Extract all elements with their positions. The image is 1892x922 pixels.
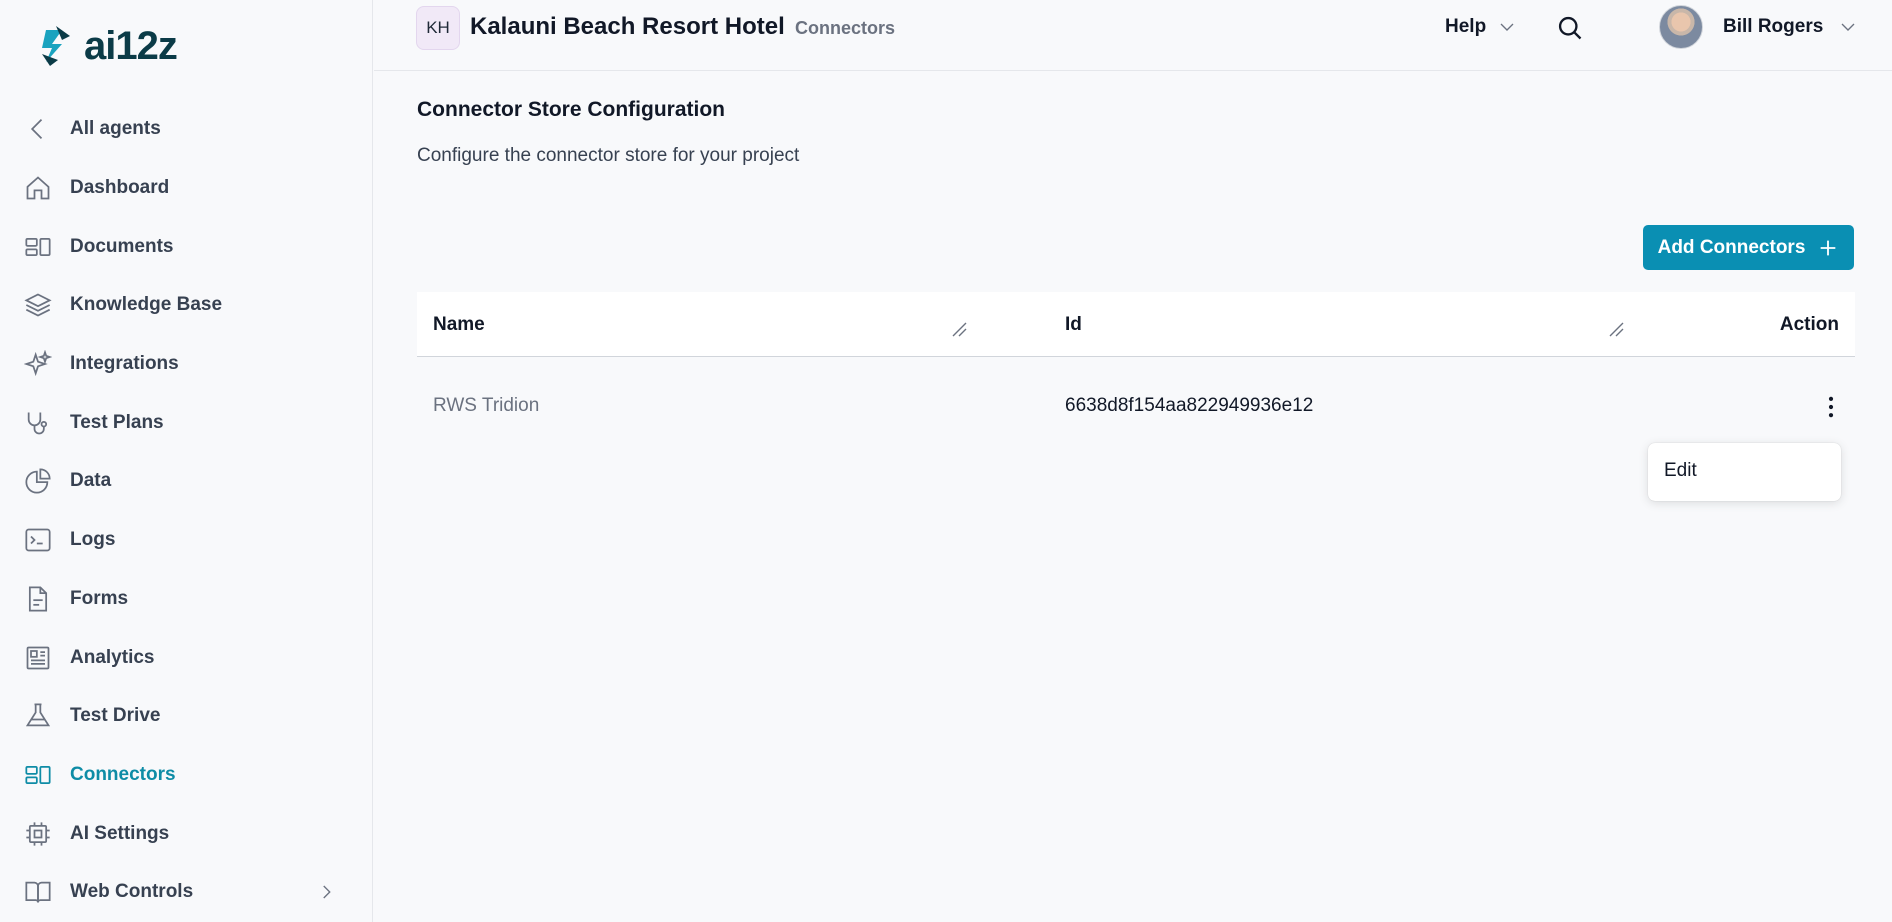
breadcrumb: Connectors: [795, 18, 896, 38]
logo[interactable]: ai12z: [32, 22, 178, 70]
sidebar-item-web-controls[interactable]: Web Controls: [0, 863, 373, 922]
page-title: Connector Store Configuration: [417, 98, 725, 121]
sidebar-item-data[interactable]: Data: [0, 452, 373, 511]
column-header-name[interactable]: Name: [433, 314, 485, 336]
user-name: Bill Rogers: [1723, 16, 1824, 37]
sidebar-item-label: Analytics: [70, 646, 155, 668]
pie-chart-icon: [24, 467, 52, 495]
layers-icon: [24, 291, 52, 319]
connector-name: RWS Tridion: [433, 395, 540, 416]
sidebar-nav: All agents Dashboard Documents Knowledge…: [0, 100, 373, 922]
search-icon[interactable]: [1556, 14, 1584, 42]
sidebar-item-analytics[interactable]: Analytics: [0, 628, 373, 687]
documents-icon: [24, 233, 52, 261]
stethoscope-icon: [24, 409, 52, 437]
help-menu[interactable]: Help: [1445, 16, 1516, 38]
add-connectors-label: Add Connectors: [1657, 236, 1806, 258]
home-icon: [24, 174, 52, 202]
column-resize-icon[interactable]: [950, 320, 968, 338]
sidebar-item-label: Integrations: [70, 353, 179, 375]
org-name: Kalauni Beach Resort Hotel: [470, 13, 785, 40]
connectors-icon: [24, 761, 52, 789]
more-vertical-icon[interactable]: [1817, 393, 1845, 421]
sidebar-item-integrations[interactable]: Integrations: [0, 335, 373, 394]
connector-id: 6638d8f154aa822949936e12: [1065, 395, 1314, 416]
sidebar-item-label: Data: [70, 470, 112, 492]
sidebar-item-knowledge-base[interactable]: Knowledge Base: [0, 276, 373, 335]
chevron-down-icon: [1841, 23, 1855, 31]
connectors-table: Name Id Action RWS Tridion 6638d8f154aa8…: [417, 292, 1855, 453]
row-action-menu: Edit: [1648, 443, 1841, 501]
ai12z-logo-icon: [42, 26, 70, 66]
sidebar-item-label: AI Settings: [70, 822, 170, 844]
sidebar-item-dashboard[interactable]: Dashboard: [0, 159, 373, 218]
sidebar-item-label: Forms: [70, 587, 129, 609]
user-menu[interactable]: Bill Rogers: [1659, 5, 1857, 49]
column-resize-icon[interactable]: [1607, 320, 1625, 338]
plus-icon: [1821, 240, 1836, 255]
top-bar: KH Kalauni Beach Resort Hotel Connectors…: [374, 0, 1892, 71]
menu-item-edit[interactable]: Edit: [1664, 460, 1697, 482]
sidebar-item-connectors[interactable]: Connectors: [0, 746, 373, 805]
table-row[interactable]: RWS Tridion 6638d8f154aa822949936e12: [417, 357, 1855, 453]
page-subtitle: Configure the connector store for your p…: [417, 145, 800, 166]
sidebar-item-logs[interactable]: Logs: [0, 511, 373, 570]
logo-text: ai12z: [84, 23, 178, 68]
sidebar-item-forms[interactable]: Forms: [0, 570, 373, 629]
sidebar-item-label: Documents: [70, 235, 174, 257]
org-badge[interactable]: KH: [416, 6, 460, 50]
chevron-down-icon: [1500, 23, 1514, 31]
sidebar-item-label: Dashboard: [70, 177, 170, 199]
sidebar-item-label: Connectors: [70, 763, 176, 785]
chevron-left-icon: [24, 115, 52, 143]
newspaper-icon: [24, 644, 52, 672]
sidebar-item-label: Test Drive: [70, 705, 161, 727]
chevron-right-icon[interactable]: [317, 883, 335, 901]
sidebar: ai12z All agents Dashboard Documents Kno…: [0, 0, 373, 922]
book-icon: [24, 878, 52, 906]
form-icon: [24, 585, 52, 613]
sidebar-item-test-drive[interactable]: Test Drive: [0, 687, 373, 746]
add-connectors-button[interactable]: Add Connectors: [1643, 225, 1854, 270]
sidebar-item-label: Knowledge Base: [70, 294, 223, 316]
column-header-id[interactable]: Id: [1065, 314, 1082, 336]
avatar: [1659, 5, 1703, 49]
sidebar-item-label: All agents: [70, 118, 161, 140]
main-content: Connector Store Configuration Configure …: [374, 72, 1892, 922]
chip-icon: [24, 820, 52, 848]
terminal-icon: [24, 526, 52, 554]
sidebar-item-label: Logs: [70, 529, 116, 551]
sidebar-item-test-plans[interactable]: Test Plans: [0, 393, 373, 452]
sparkles-icon: [24, 350, 52, 378]
table-header: Name Id Action: [417, 292, 1855, 357]
sidebar-item-all-agents[interactable]: All agents: [0, 100, 373, 159]
column-header-action: Action: [1779, 314, 1839, 335]
sidebar-item-documents[interactable]: Documents: [0, 217, 373, 276]
help-label: Help: [1445, 16, 1487, 37]
sidebar-item-label: Web Controls: [70, 881, 194, 903]
sidebar-item-ai-settings[interactable]: AI Settings: [0, 804, 373, 863]
sidebar-item-label: Test Plans: [70, 411, 164, 433]
flask-icon: [24, 702, 52, 730]
